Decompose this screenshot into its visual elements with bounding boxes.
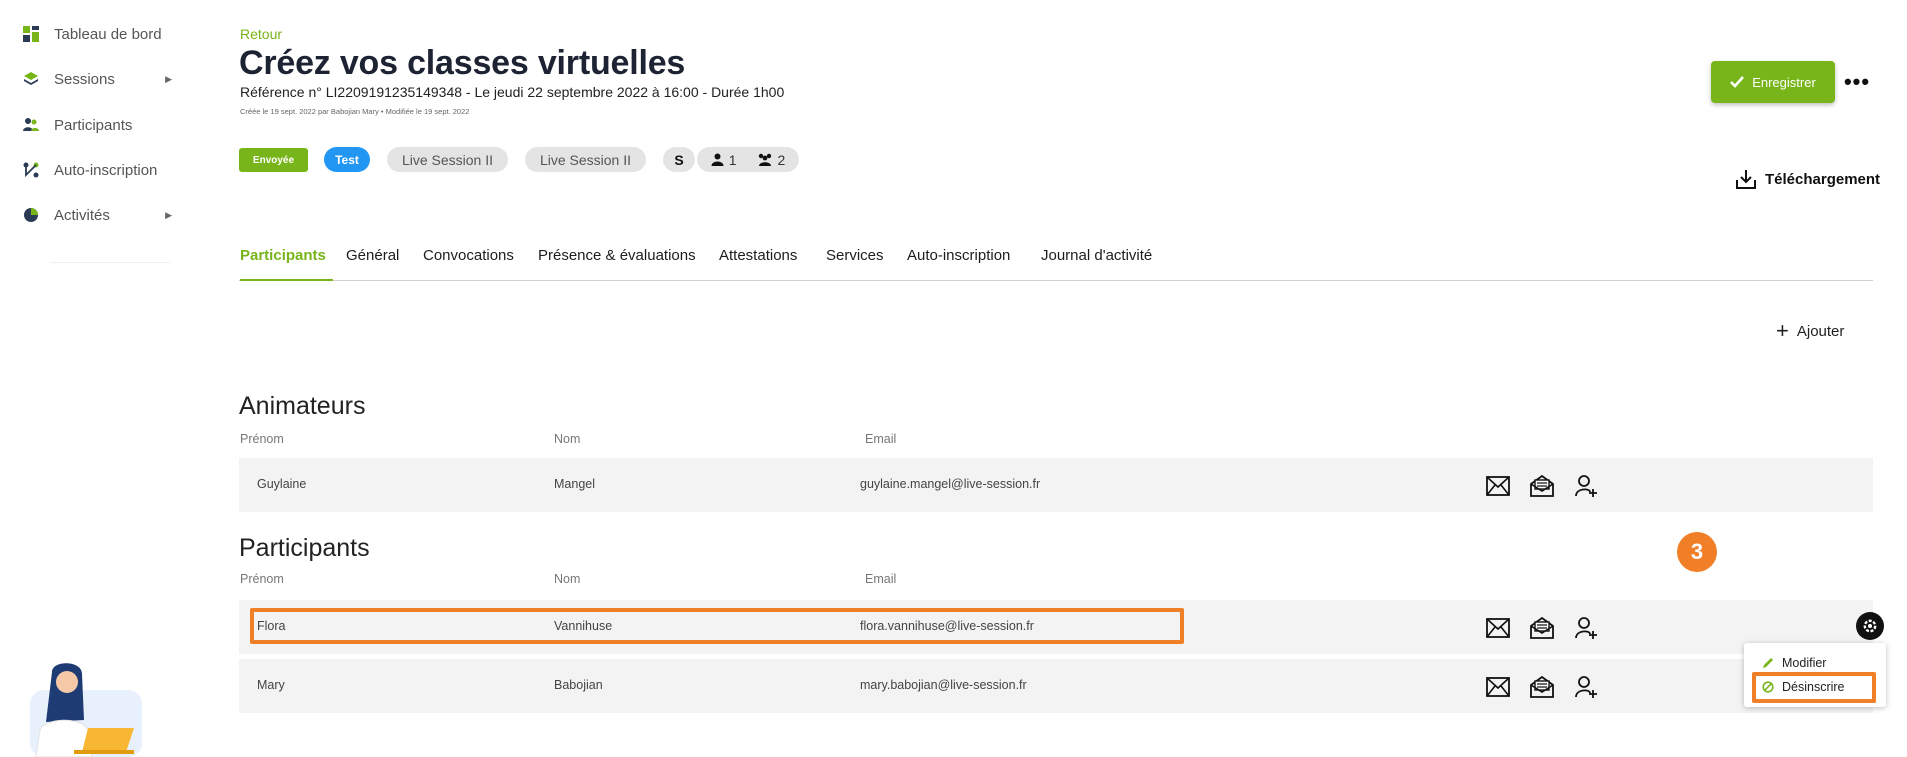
download-label: Téléchargement bbox=[1765, 170, 1881, 188]
group-count: 2 bbox=[757, 151, 786, 168]
tab-journal-activite[interactable]: Journal d'activité bbox=[1041, 245, 1152, 281]
sidebar-item-label: Activités bbox=[54, 206, 110, 224]
tab-participants[interactable]: Participants bbox=[240, 245, 333, 281]
cell-prenom: Mary bbox=[257, 678, 285, 692]
section-title-participants: Participants bbox=[239, 534, 370, 562]
mail-icon[interactable] bbox=[1484, 673, 1512, 701]
column-header-nom: Nom bbox=[554, 572, 581, 586]
sidebar-item-label: Auto-inscription bbox=[54, 161, 158, 179]
row-context-menu: Modifier Désinscrire bbox=[1744, 643, 1886, 707]
pencil-icon bbox=[1763, 658, 1773, 668]
add-user-icon[interactable] bbox=[1572, 614, 1600, 642]
group-count-value: 2 bbox=[777, 151, 786, 168]
tab-bar: Participants Général Convocations Présen… bbox=[239, 245, 1873, 281]
sidebar-item-label: Sessions bbox=[54, 70, 115, 88]
tag-live-session-2: Live Session II bbox=[525, 147, 646, 172]
chevron-right-icon: ▶ bbox=[165, 73, 172, 84]
step-number-badge: 3 bbox=[1677, 532, 1717, 572]
created-info: Créée le 19 sept. 2022 par Babojian Mary… bbox=[240, 107, 470, 116]
column-header-email: Email bbox=[865, 432, 897, 446]
open-mail-icon[interactable] bbox=[1528, 673, 1556, 701]
counts-badge: 1 2 bbox=[697, 147, 799, 172]
person-count-value: 1 bbox=[728, 151, 737, 168]
cell-prenom: Flora bbox=[257, 619, 286, 633]
save-button-label: Enregistrer bbox=[1752, 74, 1816, 90]
row-actions bbox=[1484, 673, 1600, 701]
tab-auto-inscription[interactable]: Auto-inscription bbox=[907, 245, 1010, 281]
tab-services[interactable]: Services bbox=[826, 245, 884, 281]
back-link[interactable]: Retour bbox=[240, 26, 282, 42]
add-user-icon[interactable] bbox=[1572, 472, 1600, 500]
row-actions bbox=[1484, 472, 1600, 500]
section-title-animateurs: Animateurs bbox=[239, 392, 366, 420]
person-icon bbox=[711, 153, 724, 166]
menu-item-label: Désinscrire bbox=[1782, 680, 1845, 694]
sidebar-item-dashboard[interactable]: Tableau de bord bbox=[22, 22, 172, 46]
add-button-label: Ajouter bbox=[1796, 322, 1845, 340]
check-icon bbox=[1730, 76, 1745, 88]
column-header-prenom: Prénom bbox=[240, 432, 284, 446]
status-badge-sent: Envoyée bbox=[239, 148, 308, 172]
cell-email: guylaine.mangel@live-session.fr bbox=[860, 477, 1041, 491]
table-row[interactable]: Flora Vannihuse flora.vannihuse@live-ses… bbox=[239, 600, 1873, 654]
menu-item-edit[interactable]: Modifier bbox=[1762, 656, 1826, 670]
column-header-nom: Nom bbox=[554, 432, 581, 446]
divider bbox=[50, 262, 170, 263]
sidebar-item-activites[interactable]: Activités ▶ bbox=[22, 203, 172, 227]
tab-attestations[interactable]: Attestations bbox=[719, 245, 797, 281]
menu-item-unsubscribe[interactable]: Désinscrire bbox=[1762, 680, 1845, 694]
open-mail-icon[interactable] bbox=[1528, 614, 1556, 642]
mail-icon[interactable] bbox=[1484, 472, 1512, 500]
tab-presence-evaluations[interactable]: Présence & évaluations bbox=[538, 245, 696, 281]
save-button[interactable]: Enregistrer bbox=[1711, 61, 1835, 103]
sidebar-item-sessions[interactable]: Sessions ▶ bbox=[22, 67, 172, 91]
more-options-button[interactable]: ••• bbox=[1842, 69, 1872, 94]
flow-icon bbox=[22, 161, 40, 179]
open-mail-icon[interactable] bbox=[1528, 472, 1556, 500]
sidebar-item-auto-inscription[interactable]: Auto-inscription bbox=[22, 158, 172, 182]
session-reference: Référence n° LI2209191235149348 - Le jeu… bbox=[240, 84, 785, 100]
page-title: Créez vos classes virtuelles bbox=[239, 44, 686, 82]
menu-item-label: Modifier bbox=[1782, 656, 1827, 670]
mail-icon[interactable] bbox=[1484, 614, 1512, 642]
column-header-email: Email bbox=[865, 572, 897, 586]
cell-email: mary.babojian@live-session.fr bbox=[860, 678, 1027, 692]
woman-laptop-illustration-icon bbox=[30, 663, 142, 757]
plus-icon: + bbox=[1776, 318, 1789, 343]
cell-email: flora.vannihuse@live-session.fr bbox=[860, 619, 1034, 633]
chevron-right-icon: ▶ bbox=[165, 209, 172, 220]
dashboard-icon bbox=[22, 25, 40, 43]
sidebar-item-participants[interactable]: Participants bbox=[22, 113, 172, 137]
table-row: Guylaine Mangel guylaine.mangel@live-ses… bbox=[239, 458, 1873, 512]
users-icon bbox=[22, 116, 40, 134]
cell-nom: Vannihuse bbox=[554, 619, 613, 633]
person-count: 1 bbox=[711, 152, 737, 168]
ban-icon bbox=[1762, 681, 1774, 693]
row-actions bbox=[1484, 614, 1600, 642]
download-icon bbox=[1736, 170, 1756, 189]
add-user-icon[interactable] bbox=[1572, 673, 1600, 701]
column-header-prenom: Prénom bbox=[240, 572, 284, 586]
table-row[interactable]: Mary Babojian mary.babojian@live-session… bbox=[239, 659, 1873, 713]
layers-icon bbox=[22, 70, 40, 88]
sidebar-item-label: Participants bbox=[54, 116, 133, 134]
download-button[interactable]: Téléchargement bbox=[1735, 168, 1880, 190]
s-badge: S bbox=[663, 147, 695, 172]
clock-icon bbox=[22, 206, 40, 224]
tab-general[interactable]: Général bbox=[346, 245, 399, 281]
tab-convocations[interactable]: Convocations bbox=[423, 245, 514, 281]
cell-prenom: Guylaine bbox=[257, 477, 307, 491]
row-settings-button[interactable] bbox=[1856, 612, 1884, 640]
sidebar-item-label: Tableau de bord bbox=[54, 25, 162, 43]
cell-nom: Mangel bbox=[554, 477, 595, 491]
tag-live-session-1: Live Session II bbox=[387, 147, 508, 172]
gear-icon bbox=[1863, 619, 1877, 633]
add-button[interactable]: + Ajouter bbox=[1776, 318, 1844, 344]
sidebar: Tableau de bord Sessions ▶ Participants … bbox=[0, 0, 200, 757]
group-icon bbox=[758, 153, 771, 166]
test-badge: Test bbox=[324, 147, 370, 172]
cell-nom: Babojian bbox=[554, 678, 603, 692]
